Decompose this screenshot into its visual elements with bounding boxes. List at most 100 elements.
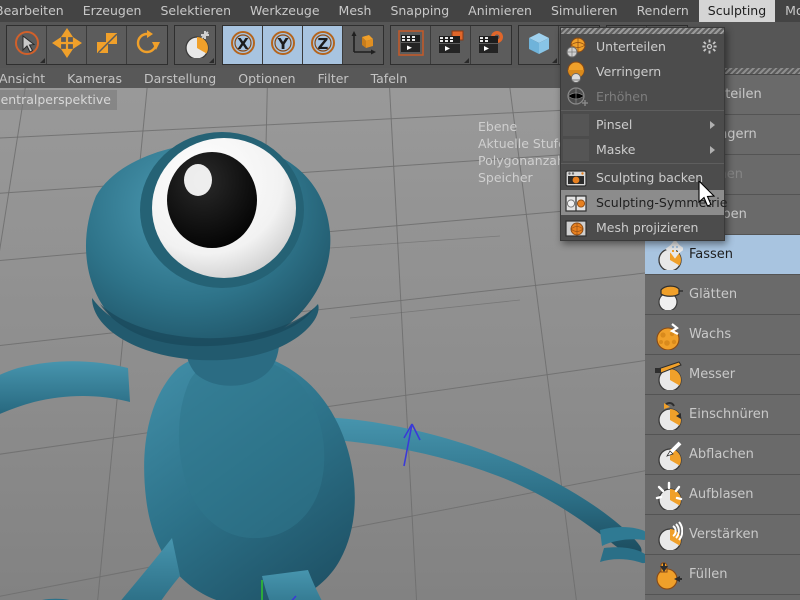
dropdown-item-label: Mesh projizieren — [596, 220, 699, 235]
render-settings-icon — [476, 28, 506, 62]
viewport-hud: Ebene Aktuelle Stufe Polygonanzahl Speicher — [478, 118, 568, 186]
dropdown-item-unterteilen[interactable]: Unterteilen — [561, 34, 724, 59]
viewport-menu-item-tafeln[interactable]: Tafeln — [360, 69, 419, 88]
sidebar-item-label: Glätten — [689, 287, 738, 302]
toolbar-group-render-group — [390, 25, 512, 65]
toolbar-button-axis-y[interactable]: Y — [263, 26, 303, 64]
dropdown-item-sculpting-backen[interactable]: Sculpting backen — [561, 165, 724, 190]
toolbar-button-cube-primitive[interactable] — [519, 26, 559, 64]
viewport-menu-item-darstellung[interactable]: Darstellung — [133, 69, 227, 88]
sidebar-item-glätten[interactable]: Glätten — [645, 275, 800, 315]
dropdown-item-label: Maske — [596, 142, 636, 157]
toolbar-button-sculpt-brush[interactable] — [175, 26, 215, 64]
pinch-icon — [651, 398, 685, 432]
sidebar-item-fassen[interactable]: Fassen — [645, 235, 800, 275]
world-coordinates-icon — [348, 28, 378, 62]
toolbar-button-axis-z[interactable]: Z — [303, 26, 343, 64]
smooth-icon — [651, 278, 685, 312]
render-picture-viewer-icon — [436, 28, 466, 62]
toolbar-button-render-settings[interactable] — [471, 26, 511, 64]
menu-item-sculpting[interactable]: Sculpting — [698, 0, 776, 22]
sidebar-item-messer[interactable]: Messer — [645, 355, 800, 395]
sidebar-item-label: Einschnüren — [689, 407, 769, 422]
toolbar-button-rotate[interactable] — [127, 26, 167, 64]
knife-icon — [651, 358, 685, 392]
main-menu-bar[interactable]: Bearbeiten Erzeugen Selektieren Werkzeuge Me… — [0, 0, 800, 22]
menu-item-bearbeiten[interactable]: Bearbeiten — [0, 0, 73, 22]
flatten-icon — [651, 438, 685, 472]
toolbar-button-scale[interactable] — [87, 26, 127, 64]
menu-item-mograph[interactable]: MoGraph — [776, 0, 800, 22]
toolbar-group-axis-lock-group: X Y Z — [222, 25, 384, 65]
bake-icon — [563, 167, 589, 189]
scale-icon — [92, 28, 122, 62]
dropdown-item-mesh-projizieren[interactable]: Mesh projizieren — [561, 215, 724, 240]
sculpting-dropdown-menu[interactable]: Unterteilen Verringern Erhöhen Pinsel Maske S… — [560, 27, 728, 241]
amplify-icon — [651, 518, 685, 552]
menu-item-snapping[interactable]: Snapping — [381, 0, 458, 22]
sidebar-item-label: Aufblasen — [689, 487, 754, 502]
dropdown-item-verringern[interactable]: Verringern — [561, 59, 724, 84]
sidebar-item-wachs[interactable]: Wachs — [645, 315, 800, 355]
select-arrow-icon — [12, 28, 42, 62]
axis-x-icon: X — [228, 28, 258, 62]
dropdown-separator — [561, 110, 724, 111]
axis-z-icon: Z — [308, 28, 338, 62]
dropdown-item-erhöhen[interactable]: Erhöhen — [561, 84, 724, 109]
toolbar-button-render-picture-viewer[interactable] — [431, 26, 471, 64]
sidebar-item-abflachen[interactable]: Abflachen — [645, 435, 800, 475]
toolbar-button-world-coordinates[interactable] — [343, 26, 383, 64]
sidebar-item-aufblasen[interactable]: Aufblasen — [645, 475, 800, 515]
toolbar-button-axis-x[interactable]: X — [223, 26, 263, 64]
grab-icon — [651, 238, 685, 272]
viewport-menu[interactable]: Ansicht Kameras Darstellung Optionen Filter T… — [0, 68, 645, 88]
viewport-menu-item-filter[interactable]: Filter — [307, 69, 360, 88]
increase-icon — [563, 86, 589, 108]
dropdown-item-pinsel[interactable]: Pinsel — [561, 112, 724, 137]
gear-icon[interactable] — [702, 39, 717, 57]
dropdown-item-label: Erhöhen — [596, 89, 648, 104]
viewport-menu-item-ansicht[interactable]: Ansicht — [0, 69, 56, 88]
symmetry-icon — [563, 192, 589, 214]
cube-primitive-icon — [524, 28, 554, 62]
toolbar-button-flyout-corner[interactable] — [552, 58, 557, 63]
toolbar-button-flyout-corner[interactable] — [209, 58, 214, 63]
sidebar-item-einschnüren[interactable]: Einschnüren — [645, 395, 800, 435]
sidebar-item-wiederholen[interactable]: Wiederholen — [645, 595, 800, 600]
sidebar-item-label: Füllen — [689, 567, 728, 582]
menu-item-selektieren[interactable]: Selektieren — [151, 0, 240, 22]
dropdown-icon-placeholder — [563, 113, 589, 136]
toolbar-button-select-arrow[interactable] — [7, 26, 47, 64]
viewport-menu-item-kameras[interactable]: Kameras — [56, 69, 133, 88]
chevron-right-icon[interactable] — [710, 145, 715, 154]
sculpt-brush-icon — [180, 28, 210, 62]
menu-item-werkzeuge[interactable]: Werkzeuge — [241, 0, 329, 22]
wax-icon — [651, 318, 685, 352]
dropdown-item-label: Verringern — [596, 64, 662, 79]
hud-line-2: Polygonanzahl — [478, 153, 569, 168]
hud-line-1: Aktuelle Stufe — [478, 136, 566, 151]
menu-item-simulieren[interactable]: Simulieren — [542, 0, 627, 22]
toolbar-button-move[interactable] — [47, 26, 87, 64]
viewport-menu-item-optionen[interactable]: Optionen — [227, 69, 306, 88]
dropdown-item-maske[interactable]: Maske — [561, 137, 724, 162]
chevron-right-icon[interactable] — [710, 120, 715, 129]
render-view-icon — [396, 28, 426, 62]
toolbar-button-render-view[interactable] — [391, 26, 431, 64]
inflate-icon — [651, 478, 685, 512]
dropdown-item-sculpting-symmetrie[interactable]: Sculpting-Symmetrie — [561, 190, 728, 215]
subdivide-icon — [563, 36, 589, 58]
menu-item-animieren[interactable]: Animieren — [459, 0, 541, 22]
toolbar-group-sculpt-brush-group — [174, 25, 216, 65]
menu-item-mesh[interactable]: Mesh — [330, 0, 381, 22]
menu-item-erzeugen[interactable]: Erzeugen — [74, 0, 151, 22]
dropdown-icon-placeholder — [563, 138, 589, 161]
svg-text:X: X — [237, 35, 249, 53]
menu-item-rendern[interactable]: Rendern — [628, 0, 698, 22]
sidebar-item-füllen[interactable]: Füllen — [645, 555, 800, 595]
toolbar-button-flyout-corner[interactable] — [40, 58, 45, 63]
move-icon — [51, 28, 82, 62]
dropdown-item-label: Sculpting-Symmetrie — [596, 195, 728, 210]
toolbar-button-flyout-corner[interactable] — [464, 58, 469, 63]
sidebar-item-verstärken[interactable]: Verstärken — [645, 515, 800, 555]
